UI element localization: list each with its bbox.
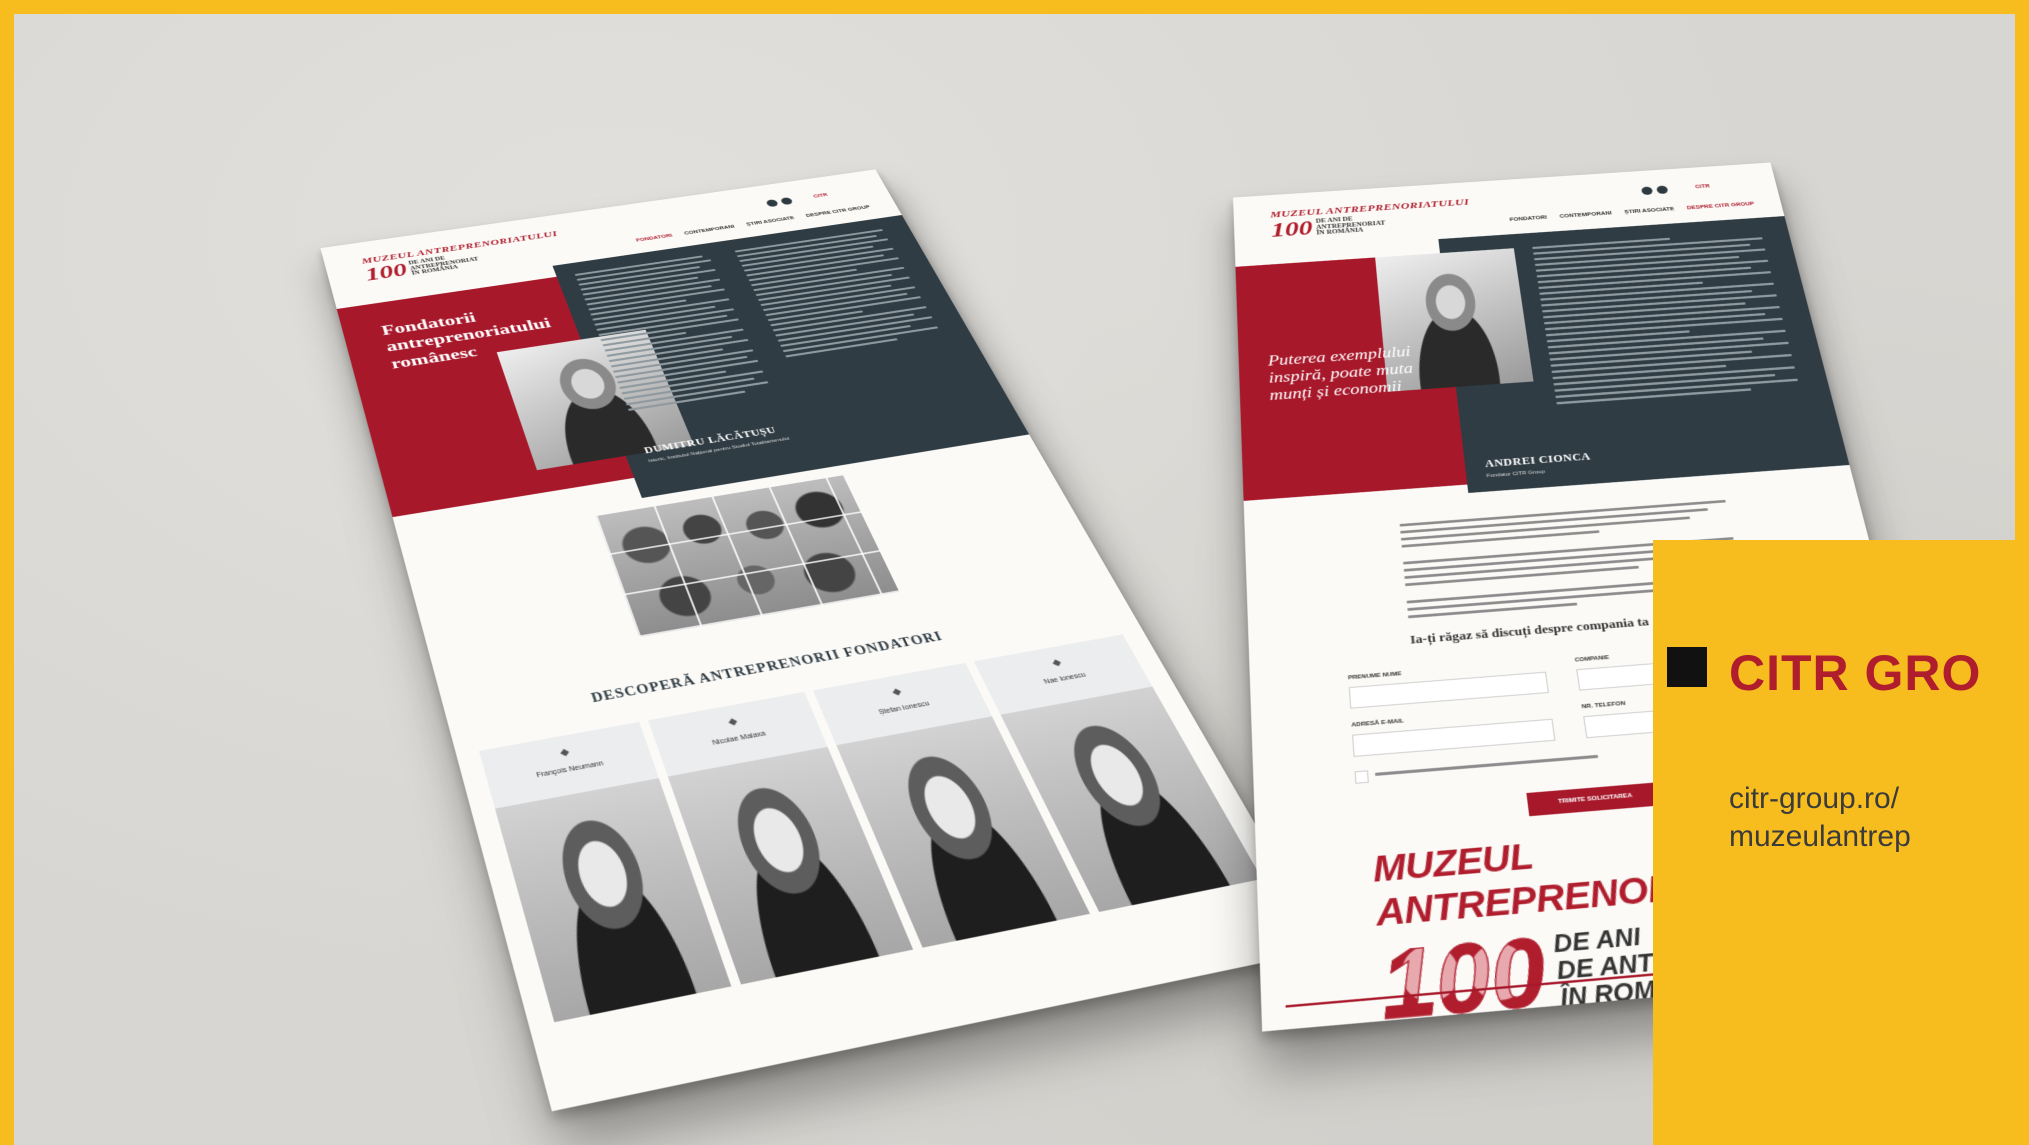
founders-collage (595, 475, 900, 638)
social-icons[interactable] (765, 196, 794, 208)
pin-icon: ◆ (890, 686, 904, 698)
nav-contemporani[interactable]: CONTEMPORANI (684, 225, 736, 236)
bullet-square (1667, 647, 1707, 687)
nav-despre[interactable]: DESPRE CITR GROUP (1687, 202, 1755, 211)
facebook-icon[interactable] (1640, 186, 1654, 196)
facebook-icon[interactable] (765, 199, 780, 208)
main-nav: FONDATORI CONTEMPORANI ȘTIRI ASOCIATE DE… (1509, 202, 1755, 223)
consent-checkbox[interactable] (1354, 770, 1369, 784)
linkedin-icon[interactable] (1656, 185, 1669, 195)
submit-button[interactable]: TRIMITE SOLICITAREA (1526, 782, 1665, 817)
pin-icon: ◆ (558, 746, 571, 759)
consent-text (1374, 754, 1599, 781)
label-company: COMPANIE (1574, 655, 1610, 664)
label-name: PRENUME NUME (1347, 671, 1402, 682)
nav-stiri[interactable]: ȘTIRI ASOCIATE (746, 216, 796, 227)
hero-title: Puterea exemplului inspiră, poate muta m… (1267, 343, 1414, 404)
project-link[interactable]: citr-group.ro/ muzeulantrep (1729, 780, 1911, 856)
label-phone: NR. TELEFON (1581, 700, 1626, 711)
pin-icon: ◆ (726, 716, 740, 728)
nav-stiri[interactable]: ȘTIRI ASOCIATE (1624, 207, 1675, 215)
nav-despre[interactable]: DESPRE CITR GROUP (805, 205, 871, 218)
citr-brand[interactable]: CITR (813, 193, 829, 199)
nav-contemporani[interactable]: CONTEMPORANI (1559, 211, 1612, 219)
panel-title: CITR GRO (1729, 645, 1982, 701)
nav-fondatori[interactable]: FONDATORI (1509, 215, 1547, 222)
citr-brand[interactable]: CITR (1695, 184, 1711, 190)
nav-fondatori[interactable]: FONDATORI (635, 234, 673, 243)
info-panel: CITR GRO citr-group.ro/ muzeulantrep (1653, 540, 2029, 1145)
museum-logo[interactable]: MUZEUL ANTREPRENORIATULUI 100 DE ANI DE … (1270, 196, 1472, 241)
mockup-left-sheet: MUZEUL ANTREPRENORIATULUI 100 DE ANI DE … (320, 169, 1328, 1112)
linkedin-icon[interactable] (779, 196, 794, 206)
hero-text-column (1532, 232, 1800, 409)
social-icons[interactable] (1640, 185, 1669, 196)
label-email: ADRESĂ E-MAIL (1351, 718, 1405, 729)
museum-logo[interactable]: MUZEUL ANTREPRENORIATULUI 100 DE ANI DE … (360, 229, 566, 285)
pin-icon: ◆ (1050, 657, 1064, 669)
